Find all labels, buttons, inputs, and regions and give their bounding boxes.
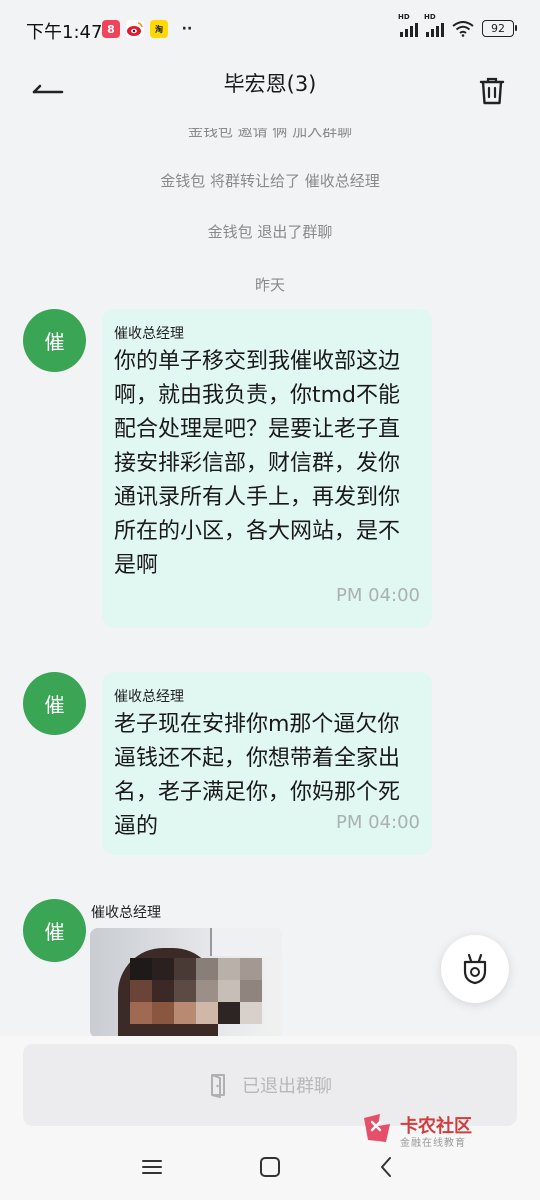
kanong-watermark: 卡农社区 金融在线教育 — [360, 1110, 520, 1150]
mosaic-block — [130, 1002, 152, 1024]
mosaic-block — [130, 980, 152, 1002]
message-bubble[interactable]: 催收总经理 你的单子移交到我催收部这边啊，就由我负责，你tmd不能配合处理是吧？… — [102, 309, 432, 628]
home-nav-icon[interactable] — [256, 1153, 284, 1181]
chat-message-list[interactable]: 金钱包 邀请 俩 加入群聊 金钱包 将群转让给了 催收总经理 金钱包 退出了群聊… — [0, 116, 540, 1036]
mosaic-block — [196, 980, 218, 1002]
mosaic-block — [218, 958, 240, 980]
watermark-subtitle: 金融在线教育 — [400, 1138, 466, 1149]
more-notifications-icon: ·· — [181, 21, 193, 37]
sender-name: 催收总经理 — [114, 689, 184, 705]
sender-name: 催收总经理 — [91, 905, 161, 921]
left-group-label: 已退出群聊 — [242, 1076, 332, 1097]
mosaic-block — [196, 958, 218, 980]
chat-title: 毕宏恩(3) — [223, 72, 317, 96]
app-notification-icon: 8 — [102, 20, 120, 38]
mosaic-block — [218, 980, 240, 1002]
mosaic-block — [130, 958, 152, 980]
mosaic-block — [218, 1002, 240, 1024]
sender-name: 催收总经理 — [114, 326, 184, 342]
system-message-left: 金钱包 退出了群聊 — [207, 223, 333, 241]
back-nav-icon[interactable] — [372, 1153, 400, 1181]
sender-avatar[interactable]: 催 — [23, 309, 86, 372]
mosaic-block — [240, 1002, 262, 1024]
kanong-logo-icon — [364, 1114, 390, 1142]
status-time: 下午1:47 — [26, 22, 103, 43]
image-message[interactable] — [90, 928, 282, 1036]
mosaic-block — [152, 980, 174, 1002]
message-time: PM 04:00 — [336, 585, 420, 606]
mosaic-block — [174, 980, 196, 1002]
shield-face-icon — [463, 953, 487, 985]
mosaic-block — [152, 958, 174, 980]
signal-1-icon: HD — [398, 13, 418, 37]
status-indicators: HD HD 92 — [398, 13, 517, 37]
floating-assist-button[interactable] — [441, 935, 509, 1003]
sender-avatar[interactable]: 催 — [23, 672, 86, 735]
delete-chat-icon[interactable] — [478, 76, 506, 106]
message-bubble[interactable]: 催收总经理 老子现在安排你m那个逼欠你逼钱还不起，你想带着全家出名，老子满足你，… — [102, 672, 432, 855]
system-message-cut: 金钱包 邀请 俩 加入群聊 — [187, 122, 353, 140]
exit-door-icon — [211, 1074, 225, 1098]
signal-2-icon: HD — [424, 13, 444, 37]
message-time: PM 04:00 — [336, 812, 420, 833]
mosaic-block — [240, 958, 262, 980]
weibo-icon — [126, 20, 144, 38]
mosaic-block — [152, 1002, 174, 1024]
taobao-icon: 淘 — [150, 20, 168, 38]
battery-icon: 92 — [482, 20, 517, 37]
date-divider: 昨天 — [254, 276, 285, 294]
chat-header: 毕宏恩(3) — [0, 60, 540, 116]
message-text: 你的单子移交到我催收部这边啊，就由我负责，你tmd不能配合处理是吧？是要让老子直… — [114, 349, 401, 578]
sender-avatar[interactable]: 催 — [23, 899, 86, 962]
mosaic-block — [240, 980, 262, 1002]
system-message-transfer: 金钱包 将群转让给了 催收总经理 — [160, 172, 380, 190]
mosaic-block — [174, 1002, 196, 1024]
mosaic-block — [174, 958, 196, 980]
wifi-icon — [452, 20, 474, 37]
image-paper-corner — [210, 928, 282, 956]
mosaic-block — [196, 1002, 218, 1024]
menu-nav-icon[interactable] — [138, 1153, 166, 1181]
status-bar: 下午1:47 8 淘 ·· HD HD 92 — [0, 0, 540, 60]
